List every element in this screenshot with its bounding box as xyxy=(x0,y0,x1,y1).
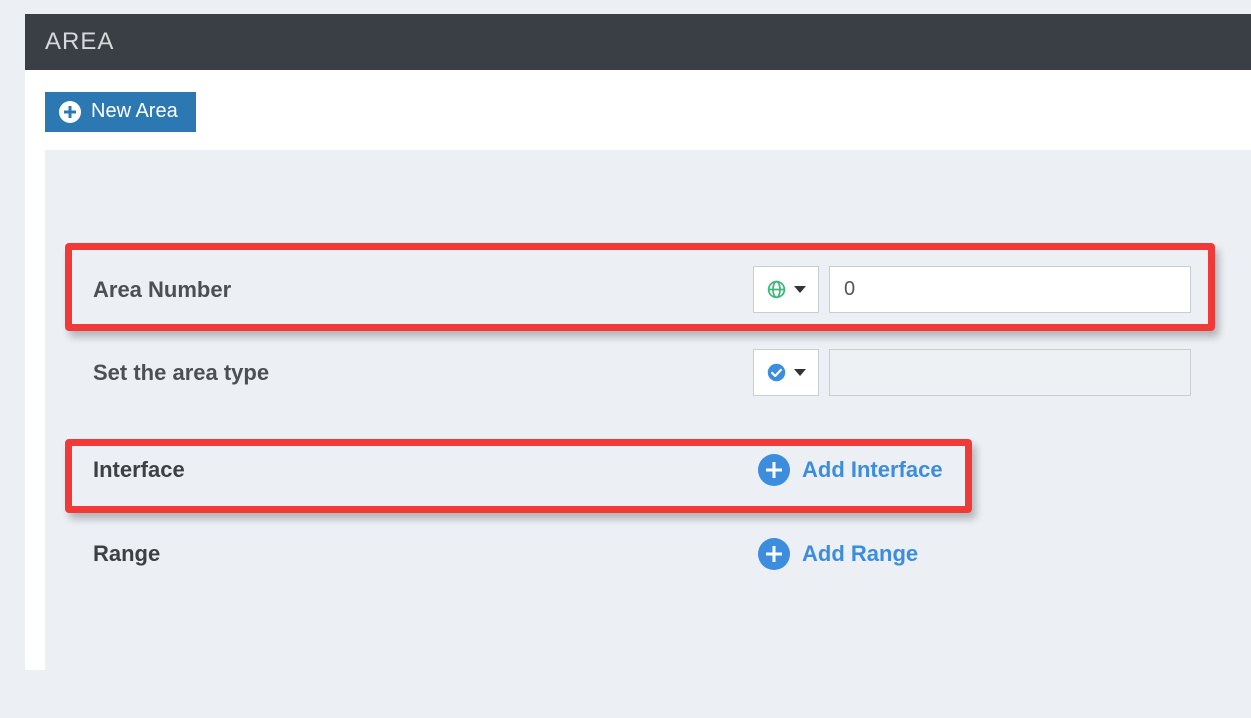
globe-icon xyxy=(766,279,787,300)
panel-title: AREA xyxy=(25,14,1251,70)
add-range-label: Add Range xyxy=(802,541,918,567)
add-interface-label: Add Interface xyxy=(802,457,943,483)
plus-icon xyxy=(758,538,790,570)
new-area-label: New Area xyxy=(91,100,178,123)
plus-icon xyxy=(758,454,790,486)
new-area-button[interactable]: New Area xyxy=(45,92,196,132)
label-area-type: Set the area type xyxy=(93,360,753,386)
panel-body: New Area Area Number xyxy=(25,70,1251,670)
label-interface: Interface xyxy=(93,457,758,483)
row-area-type: Set the area type xyxy=(79,348,1201,397)
label-range: Range xyxy=(93,541,758,567)
row-area-number: Area Number xyxy=(79,265,1201,314)
area-type-mode-dropdown[interactable] xyxy=(753,349,819,396)
row-interface: Interface Add Interface xyxy=(79,454,979,486)
area-panel: AREA New Area Area Number xyxy=(25,14,1251,670)
add-range-button[interactable]: Add Range xyxy=(758,538,918,570)
area-number-input[interactable] xyxy=(829,266,1191,313)
caret-down-icon xyxy=(794,286,806,293)
controls-area-type xyxy=(753,349,1191,396)
label-area-number: Area Number xyxy=(93,277,753,303)
controls-area-number xyxy=(753,266,1191,313)
area-type-input xyxy=(829,349,1191,396)
area-form: Area Number xyxy=(45,150,1251,670)
row-range: Range Add Range xyxy=(79,538,979,570)
area-number-mode-dropdown[interactable] xyxy=(753,266,819,313)
caret-down-icon xyxy=(794,369,806,376)
check-circle-icon xyxy=(766,362,787,383)
add-interface-button[interactable]: Add Interface xyxy=(758,454,943,486)
plus-icon xyxy=(59,101,81,123)
